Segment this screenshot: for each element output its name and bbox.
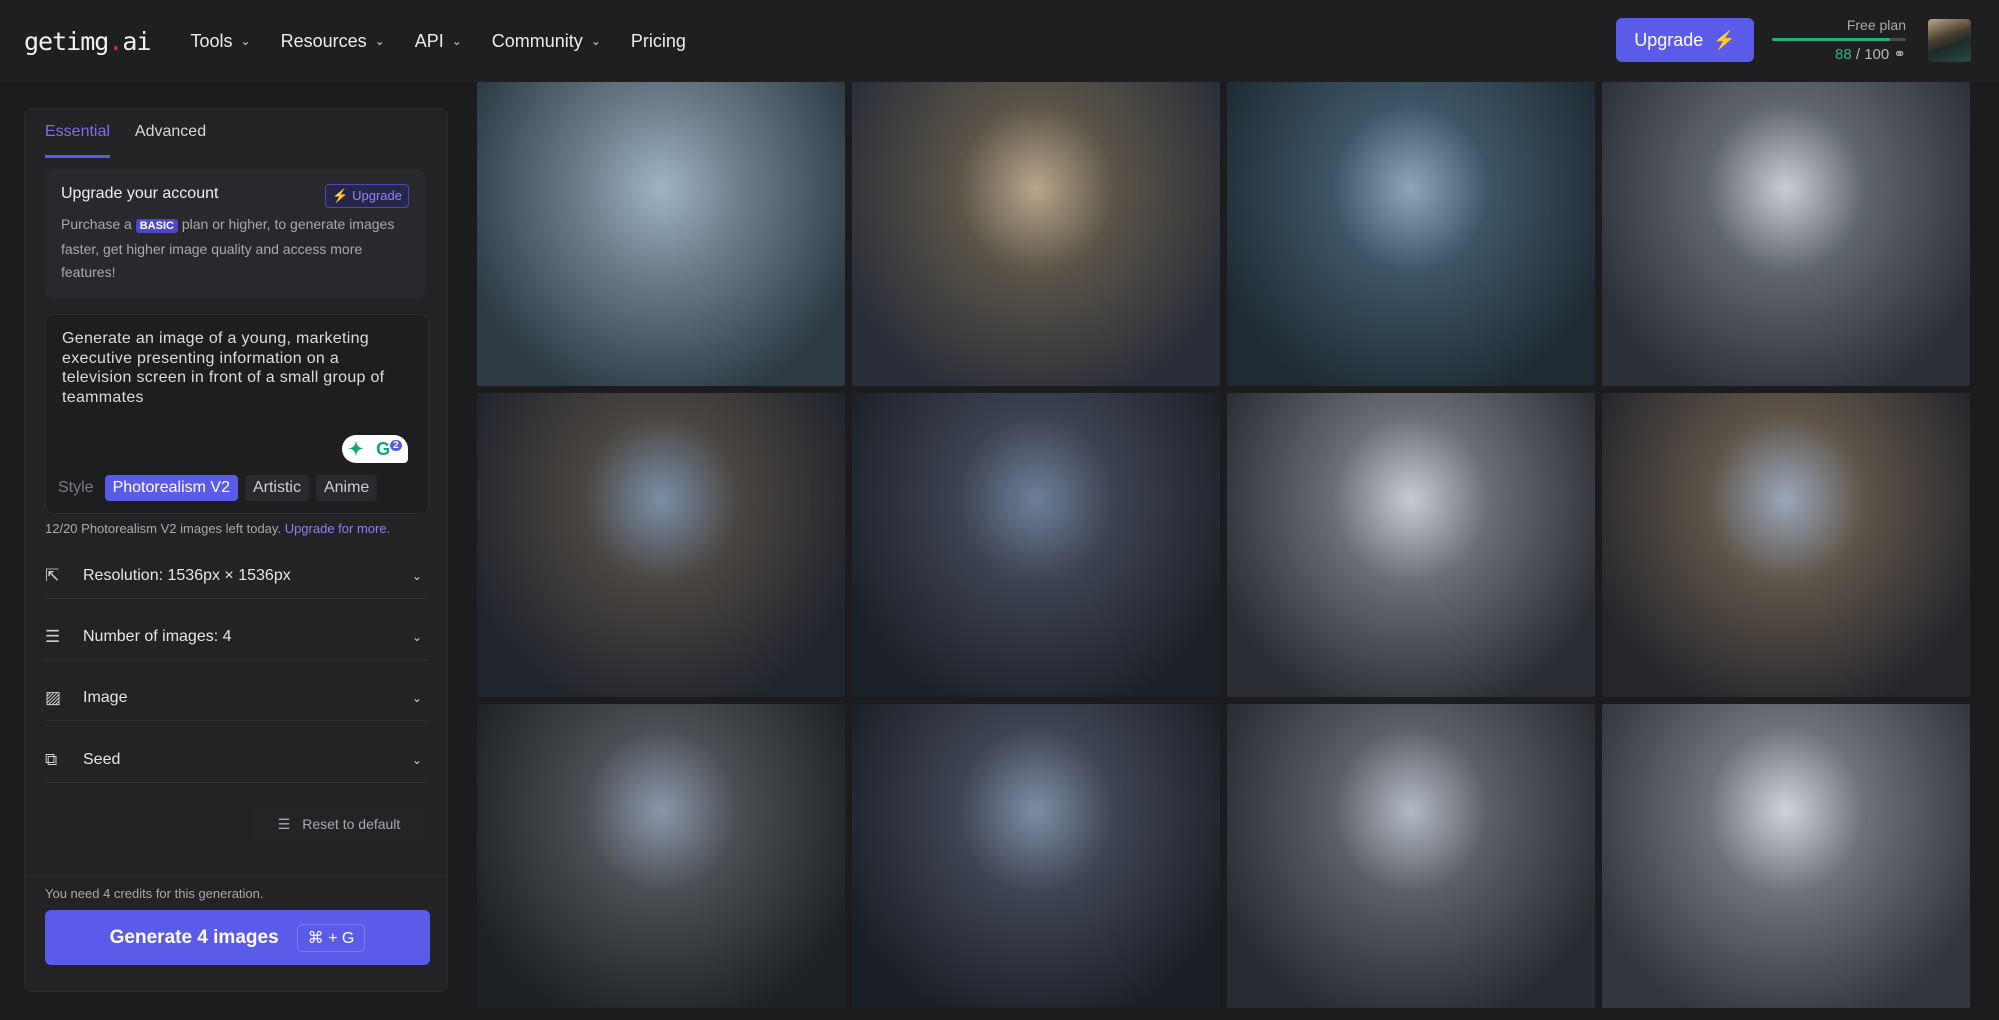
prompt-text[interactable]: Generate an image of a young, marketing … [62,329,412,407]
top-nav: getimg.ai Tools ⌄ Resources ⌄ API ⌄ Community ⌄… [0,0,1999,82]
generated-image[interactable] [1602,704,1970,1008]
card-upgrade-label: Upgrade [352,188,402,203]
chevron-down-icon: ⌄ [451,34,462,48]
chevron-down-icon: ⌄ [590,34,601,48]
style-artistic[interactable]: Artistic [244,475,309,501]
generated-image[interactable] [852,82,1220,386]
credits-used: 88 [1835,46,1852,63]
tab-advanced[interactable]: Advanced [135,123,206,158]
basic-badge: BASIC [135,219,178,233]
lightning-icon: ⚡ [1713,29,1736,50]
credits-note: You need 4 credits for this generation. [45,886,264,901]
chevron-down-icon: ⌄ [411,568,422,583]
setting-label: Number of images: 4 [83,627,232,645]
generated-image[interactable] [477,82,845,386]
tab-essential[interactable]: Essential [45,123,110,158]
image-setting[interactable]: ▨ Image ⌄ [45,675,430,721]
nav-pricing[interactable]: Pricing [631,31,686,52]
nav-menu: Tools ⌄ Resources ⌄ API ⌄ Community ⌄ Pricing [190,31,685,52]
chevron-down-icon: ⌄ [374,34,385,48]
coins-icon: ⚭ [1893,46,1906,63]
generated-image[interactable] [852,393,1220,697]
nav-api[interactable]: API ⌄ [415,31,462,52]
nav-label: Resources [280,30,367,51]
style-label: Style [58,479,94,496]
chevron-down-icon: ⌄ [411,629,422,644]
prompt-input[interactable]: Generate an image of a young, marketing … [45,314,429,514]
chevron-down-icon: ⌄ [411,690,422,705]
generated-image[interactable] [1227,704,1595,1008]
generated-image[interactable] [1227,393,1595,697]
card-upgrade-button[interactable]: ⚡ Upgrade [325,184,409,208]
seed-icon: ⧉ [45,749,58,769]
reset-icon: ☰ [277,815,291,832]
resize-icon: ⇱ [45,565,60,585]
setting-label: Image [83,688,128,706]
upgrade-link[interactable]: Upgrade for more. [285,521,391,536]
style-photorealism[interactable]: Photorealism V2 [104,475,238,501]
nav-community[interactable]: Community ⌄ [492,31,601,52]
nav-label: Community [491,30,583,51]
reset-to-default-button[interactable]: ☰ Reset to default [253,807,425,841]
nav-label: Pricing [630,30,686,51]
credits-bar-fill [1772,38,1890,41]
reset-label: Reset to default [302,816,401,832]
number-of-images-setting[interactable]: ☰ Number of images: 4 ⌄ [45,614,430,660]
logo-text: getimg [24,26,109,56]
plan-label: Free plan [1846,17,1906,33]
generated-image[interactable] [852,704,1220,1008]
resolution-setting[interactable]: ⇱ Resolution: 1536px × 1536px ⌄ [45,553,430,599]
image-gallery [477,82,1970,1020]
chevron-down-icon: ⌄ [411,752,422,767]
setting-label: Seed [83,750,121,768]
generation-sidebar: Essential Advanced Upgrade your account … [24,108,448,992]
sliders-icon: ☰ [45,626,61,646]
generate-button[interactable]: Generate 4 images ⌘ + G [45,910,430,965]
upgrade-label: Upgrade [1634,29,1704,50]
generated-image[interactable] [1227,82,1595,386]
logo-dot: . [108,26,123,56]
grammarly-count: 2 [390,439,402,451]
image-icon: ▨ [45,687,62,707]
upgrade-button[interactable]: Upgrade ⚡ [1616,18,1754,62]
generated-image[interactable] [477,704,845,1008]
generated-image[interactable] [1602,82,1970,386]
credits-bar [1772,38,1906,41]
setting-label: Resolution: 1536px × 1536px [83,566,291,584]
shortcut-hint: ⌘ + G [296,923,366,952]
upgrade-card: Upgrade your account ⚡ Upgrade Purchase … [45,169,425,299]
nav-tools[interactable]: Tools ⌄ [190,31,250,52]
grammarly-icon[interactable]: ✦ G 2 [342,435,408,463]
generate-label: Generate 4 images [109,926,279,948]
nav-resources[interactable]: Resources ⌄ [281,31,385,52]
style-anime[interactable]: Anime [315,475,378,501]
nav-label: API [414,30,444,51]
nav-label: Tools [190,30,233,51]
seed-setting[interactable]: ⧉ Seed ⌄ [45,737,430,783]
chevron-down-icon: ⌄ [240,34,251,48]
credits-total: / 100 [1855,46,1890,63]
quota-text: 12/20 Photorealism V2 images left today. [45,521,282,536]
generated-image[interactable] [477,393,845,697]
logo[interactable]: getimg.ai [24,26,151,56]
generated-image[interactable] [1602,393,1970,697]
logo-suffix: ai [122,26,151,56]
avatar[interactable] [1928,18,1971,62]
upgrade-text-before: Purchase a [61,216,132,232]
plan-credits: Free plan 88 / 100 ⚭ [1772,17,1906,63]
